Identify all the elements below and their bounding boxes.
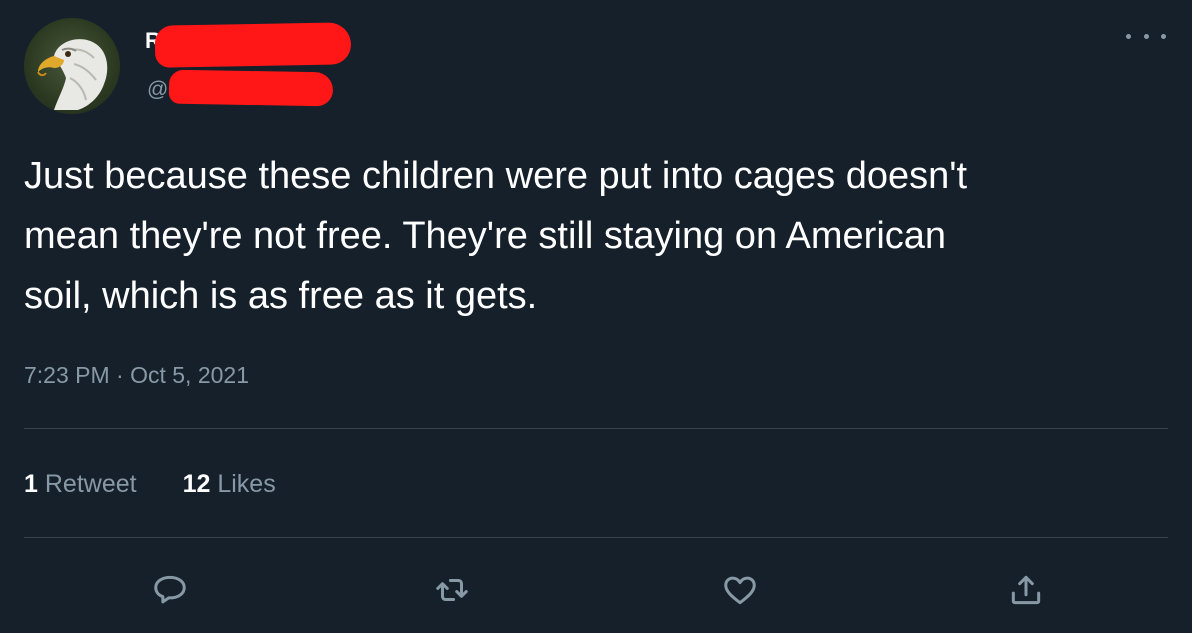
share-icon bbox=[1011, 575, 1041, 605]
more-options-button[interactable] bbox=[1126, 22, 1166, 50]
tweet-actions bbox=[0, 566, 1192, 614]
retweets-label: Retweet bbox=[44, 470, 137, 498]
tweet-stats: 1 Retweet 12 Likes bbox=[24, 470, 276, 499]
handle-area[interactable]: @ bbox=[141, 68, 341, 108]
tweet-text: Just because these children were put int… bbox=[24, 155, 968, 317]
retweet-icon bbox=[436, 578, 468, 602]
like-button[interactable] bbox=[716, 566, 764, 614]
handle-redaction bbox=[168, 69, 334, 107]
tweet: R @ Just because these children were put… bbox=[0, 0, 1192, 633]
more-dot-icon bbox=[1126, 33, 1131, 39]
retweets-stat[interactable]: 1 Retweet bbox=[24, 470, 137, 499]
divider bbox=[24, 537, 1168, 538]
eagle-avatar-image bbox=[37, 39, 108, 110]
share-button[interactable] bbox=[1002, 566, 1050, 614]
retweets-count: 1 bbox=[24, 470, 38, 498]
reply-button[interactable] bbox=[146, 566, 194, 614]
heart-icon bbox=[724, 576, 756, 605]
avatar[interactable] bbox=[24, 18, 120, 114]
divider bbox=[24, 428, 1168, 429]
display-name-area[interactable]: R bbox=[141, 22, 352, 70]
tweet-timestamp[interactable]: 7:23 PM · Oct 5, 2021 bbox=[24, 362, 249, 389]
likes-count: 12 bbox=[182, 470, 211, 498]
display-name-redaction bbox=[154, 22, 352, 68]
reply-icon bbox=[154, 575, 186, 604]
retweet-button[interactable] bbox=[428, 566, 476, 614]
more-dot-icon bbox=[1161, 33, 1166, 39]
likes-stat[interactable]: 12 Likes bbox=[183, 470, 276, 499]
likes-label: Likes bbox=[217, 470, 276, 498]
more-dot-icon bbox=[1143, 33, 1149, 39]
